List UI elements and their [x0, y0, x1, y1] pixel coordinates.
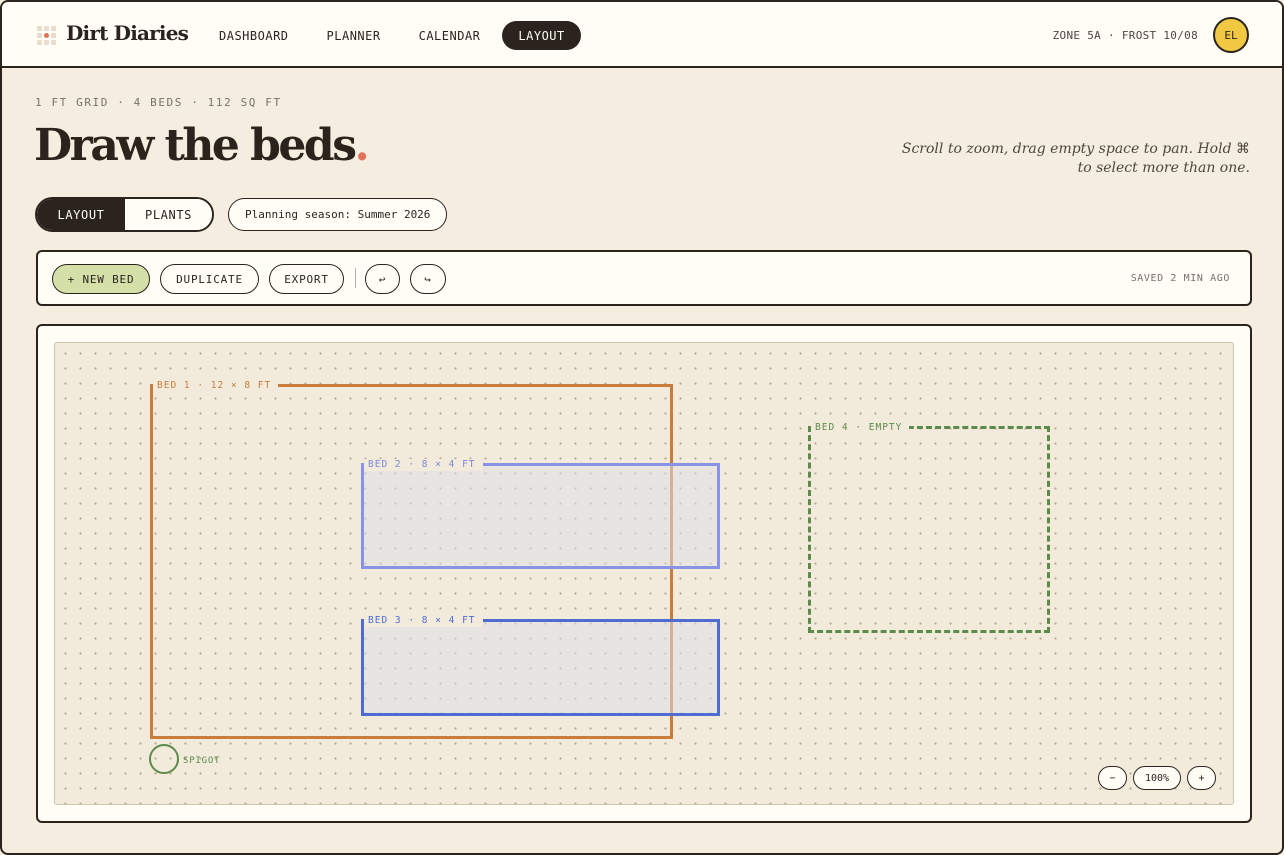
canvas-panel: BED 1 · 12 × 8 FT BED 2 · 8 × 4 FT BED 3… — [36, 324, 1252, 823]
duplicate-button[interactable]: DUPLICATE — [160, 264, 259, 294]
bed-toolbar: + NEW BED DUPLICATE EXPORT ↩ ↪ SAVED 2 M… — [36, 250, 1252, 306]
title-accent-dot: . — [354, 120, 369, 171]
nav-layout[interactable]: LAYOUT — [502, 21, 581, 50]
layout-meta: 1 FT GRID · 4 BEDS · 112 SQ FT — [35, 96, 282, 109]
brand-name[interactable]: Dirt Diaries — [66, 21, 189, 45]
bed-3[interactable]: BED 3 · 8 × 4 FT — [361, 615, 720, 716]
main-nav: DASHBOARD PLANNER CALENDAR LAYOUT — [203, 21, 581, 50]
view-toggle: LAYOUT PLANTS — [35, 197, 214, 232]
bed-4[interactable]: BED 4 · EMPTY — [808, 422, 1050, 633]
undo-icon[interactable]: ↩ — [365, 264, 400, 294]
bed-3-label: BED 3 · 8 × 4 FT — [364, 615, 483, 627]
bed-1-label: BED 1 · 12 × 8 FT — [153, 380, 279, 392]
zoom-out-button[interactable]: − — [1098, 766, 1127, 790]
nav-calendar[interactable]: CALENDAR — [403, 21, 497, 50]
bed-2-label: BED 2 · 8 × 4 FT — [364, 459, 483, 471]
zoom-controls: − 100% + — [1098, 766, 1216, 790]
toggle-plants[interactable]: PLANTS — [125, 199, 212, 230]
nav-dashboard[interactable]: DASHBOARD — [203, 21, 305, 50]
garden-canvas[interactable]: BED 1 · 12 × 8 FT BED 2 · 8 × 4 FT BED 3… — [54, 342, 1234, 805]
canvas-hint: Scroll to zoom, drag empty space to pan.… — [901, 141, 1250, 176]
new-bed-button[interactable]: + NEW BED — [52, 264, 150, 294]
nav-planner[interactable]: PLANNER — [311, 21, 397, 50]
top-bar: Dirt Diaries DASHBOARD PLANNER CALENDAR … — [2, 2, 1282, 68]
bed-2[interactable]: BED 2 · 8 × 4 FT — [361, 459, 720, 569]
save-status: SAVED 2 MIN AGO — [1130, 273, 1230, 284]
toolbar-divider — [355, 268, 356, 288]
page-title-text: Draw the beds — [34, 120, 357, 171]
spigot-label: SPIGOT — [183, 756, 221, 766]
app-window: Dirt Diaries DASHBOARD PLANNER CALENDAR … — [0, 0, 1284, 855]
toggle-layout[interactable]: LAYOUT — [37, 199, 125, 230]
season-selector[interactable]: Planning season: Summer 2026 — [228, 198, 448, 231]
spigot-icon[interactable] — [149, 744, 179, 774]
zoom-level[interactable]: 100% — [1133, 766, 1181, 790]
zone-frost-info: ZONE 5A · FROST 10/08 — [1052, 29, 1198, 42]
redo-icon[interactable]: ↪ — [410, 264, 446, 294]
bed-4-label: BED 4 · EMPTY — [811, 422, 910, 434]
user-avatar[interactable]: EL — [1213, 17, 1249, 53]
export-button[interactable]: EXPORT — [269, 264, 344, 294]
seed-grid-icon — [37, 26, 57, 46]
page-title: Draw the beds. — [34, 120, 370, 171]
zoom-in-button[interactable]: + — [1187, 766, 1216, 790]
